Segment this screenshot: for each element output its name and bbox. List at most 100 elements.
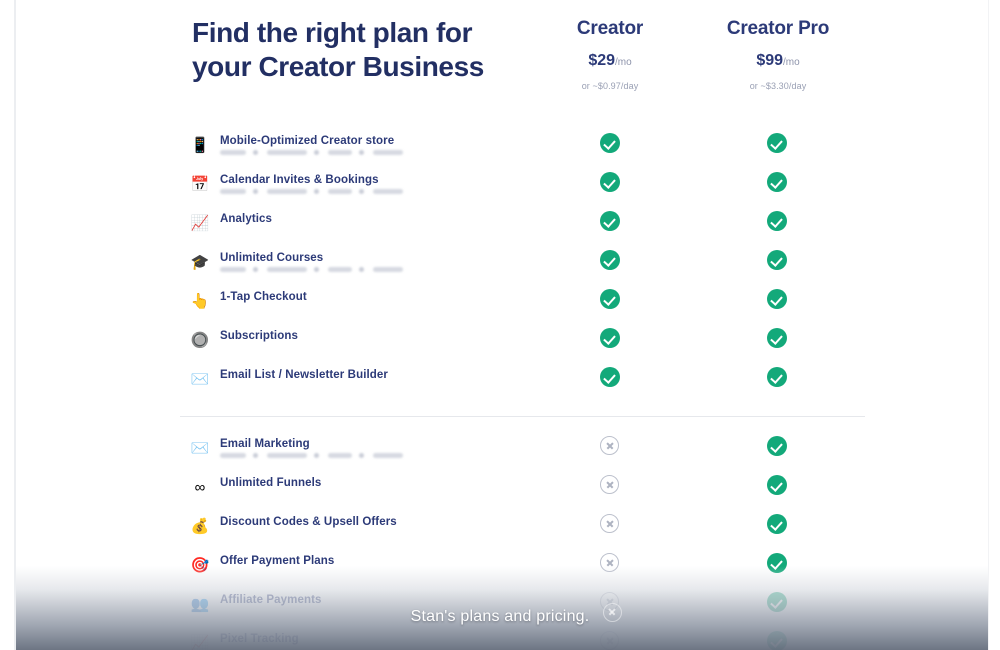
cross-circle-icon (600, 514, 619, 533)
chart-increasing-icon: 📈 (190, 635, 210, 650)
check-circle-icon (767, 436, 787, 456)
subtext-chip (267, 150, 307, 155)
feature-availability-creatorpro (767, 289, 789, 311)
feature-availability-creator (600, 436, 622, 458)
table-row: 🔘 Subscriptions (0, 328, 1000, 367)
feature-label: Mobile-Optimized Creator store (220, 135, 395, 147)
page-title-line-2: your Creator Business (192, 51, 484, 83)
subtext-chip (220, 150, 246, 155)
feature-subtext (220, 453, 403, 458)
subscription-icon: 🔘 (190, 332, 210, 349)
chart-increasing-icon: 📈 (190, 215, 210, 232)
feature-label: Email List / Newsletter Builder (220, 369, 388, 381)
feature-availability-creatorpro (767, 475, 789, 497)
check-circle-icon (767, 172, 787, 192)
feature-availability-creator (600, 514, 622, 536)
page-title-line-1: Find the right plan for (192, 17, 473, 48)
feature-label: Analytics (220, 213, 273, 225)
check-circle-icon (767, 553, 787, 573)
feature-availability-creator (600, 289, 622, 311)
table-row: 📱 Mobile-Optimized Creator store (0, 133, 1000, 172)
feature-label: Unlimited Courses (220, 252, 324, 264)
feature-label: Discount Codes & Upsell Offers (220, 516, 397, 528)
check-circle-icon (767, 367, 787, 387)
feature-availability-creatorpro (767, 436, 789, 458)
table-row: 📅 Calendar Invites & Bookings (0, 172, 1000, 211)
bullet-dot-icon (359, 189, 364, 194)
check-circle-icon (600, 328, 620, 348)
pointing-hand-icon: 👆 (190, 293, 210, 310)
table-row: ✉️ Email List / Newsletter Builder (0, 367, 1000, 406)
plan-price-amount-creator: $29 (588, 52, 616, 69)
feature-availability-creatorpro (767, 250, 789, 272)
subtext-chip (373, 267, 403, 272)
feature-availability-creatorpro (767, 367, 789, 389)
check-circle-icon (600, 211, 620, 231)
subtext-chip (267, 453, 307, 458)
table-row: 🎯 Offer Payment Plans (0, 553, 1000, 592)
cross-circle-icon (600, 631, 619, 650)
feature-label: Affiliate Payments (220, 594, 322, 606)
envelope-icon: ✉️ (190, 440, 210, 457)
subtext-chip (328, 189, 352, 194)
pricing-page-screenshot: Find the right plan for your Creator Bus… (0, 0, 1000, 650)
subtext-chip (373, 150, 403, 155)
page-title: Find the right plan for your Creator Bus… (192, 16, 522, 84)
feature-availability-creator (600, 631, 622, 650)
graduation-cap-icon: 🎓 (190, 254, 210, 271)
check-circle-icon (600, 250, 620, 270)
close-icon[interactable] (603, 603, 622, 622)
feature-subtext (220, 189, 403, 194)
bullet-dot-icon (253, 150, 258, 155)
check-circle-icon (767, 133, 787, 153)
envelope-icon: ✉️ (190, 371, 210, 388)
bullet-dot-icon (359, 453, 364, 458)
caption-text: Stan's plans and pricing. (410, 608, 590, 625)
subtext-chip (373, 453, 403, 458)
feature-availability-creator (600, 172, 622, 194)
check-circle-icon (767, 250, 787, 270)
section-divider (180, 416, 865, 417)
cross-circle-icon (600, 436, 619, 455)
feature-subtext (220, 150, 403, 155)
table-row: ∞ Unlimited Funnels (0, 475, 1000, 514)
infinity-icon: ∞ (194, 479, 206, 496)
feature-availability-creator (600, 211, 622, 233)
calendar-icon: 📅 (190, 176, 210, 193)
pricing-header: Find the right plan for your Creator Bus… (0, 0, 1000, 120)
plan-price-amount-creator-pro: $99 (756, 52, 784, 69)
check-circle-icon (767, 328, 787, 348)
money-bag-icon: 💰 (190, 518, 210, 535)
subtext-chip (328, 267, 352, 272)
table-row: ✉️ Email Marketing (0, 436, 1000, 475)
feature-availability-creatorpro (767, 631, 789, 650)
check-circle-icon (600, 289, 620, 309)
feature-availability-creatorpro (767, 514, 789, 536)
subtext-chip (328, 453, 352, 458)
feature-availability-creator (600, 133, 622, 155)
feature-availability-creatorpro (767, 553, 789, 575)
check-circle-icon (767, 631, 787, 650)
check-circle-icon (767, 514, 787, 534)
table-row: 💰 Discount Codes & Upsell Offers (0, 514, 1000, 553)
feature-label: Offer Payment Plans (220, 555, 335, 567)
bullet-dot-icon (253, 267, 258, 272)
subtext-chip (220, 453, 246, 458)
feature-availability-creator (600, 250, 622, 272)
bullet-dot-icon (314, 453, 319, 458)
feature-label: Subscriptions (220, 330, 298, 342)
subtext-chip (328, 150, 352, 155)
subtext-chip (220, 267, 246, 272)
subtext-chip (267, 267, 307, 272)
table-row: 📈 Pixel Tracking (0, 631, 1000, 650)
feature-label: 1-Tap Checkout (220, 291, 307, 303)
check-circle-icon (767, 211, 787, 231)
bullet-dot-icon (253, 453, 258, 458)
plan-column-creator-pro[interactable]: Creator Pro $99/mo or ~$3.30/day (678, 18, 878, 91)
feature-comparison-table: 📱 Mobile-Optimized Creator store 📅 Calendar… (0, 133, 1000, 650)
feature-availability-creator (600, 553, 622, 575)
plan-price-period-creator: /mo (615, 57, 632, 68)
check-circle-icon (600, 367, 620, 387)
bullet-dot-icon (314, 150, 319, 155)
check-circle-icon (600, 133, 620, 153)
